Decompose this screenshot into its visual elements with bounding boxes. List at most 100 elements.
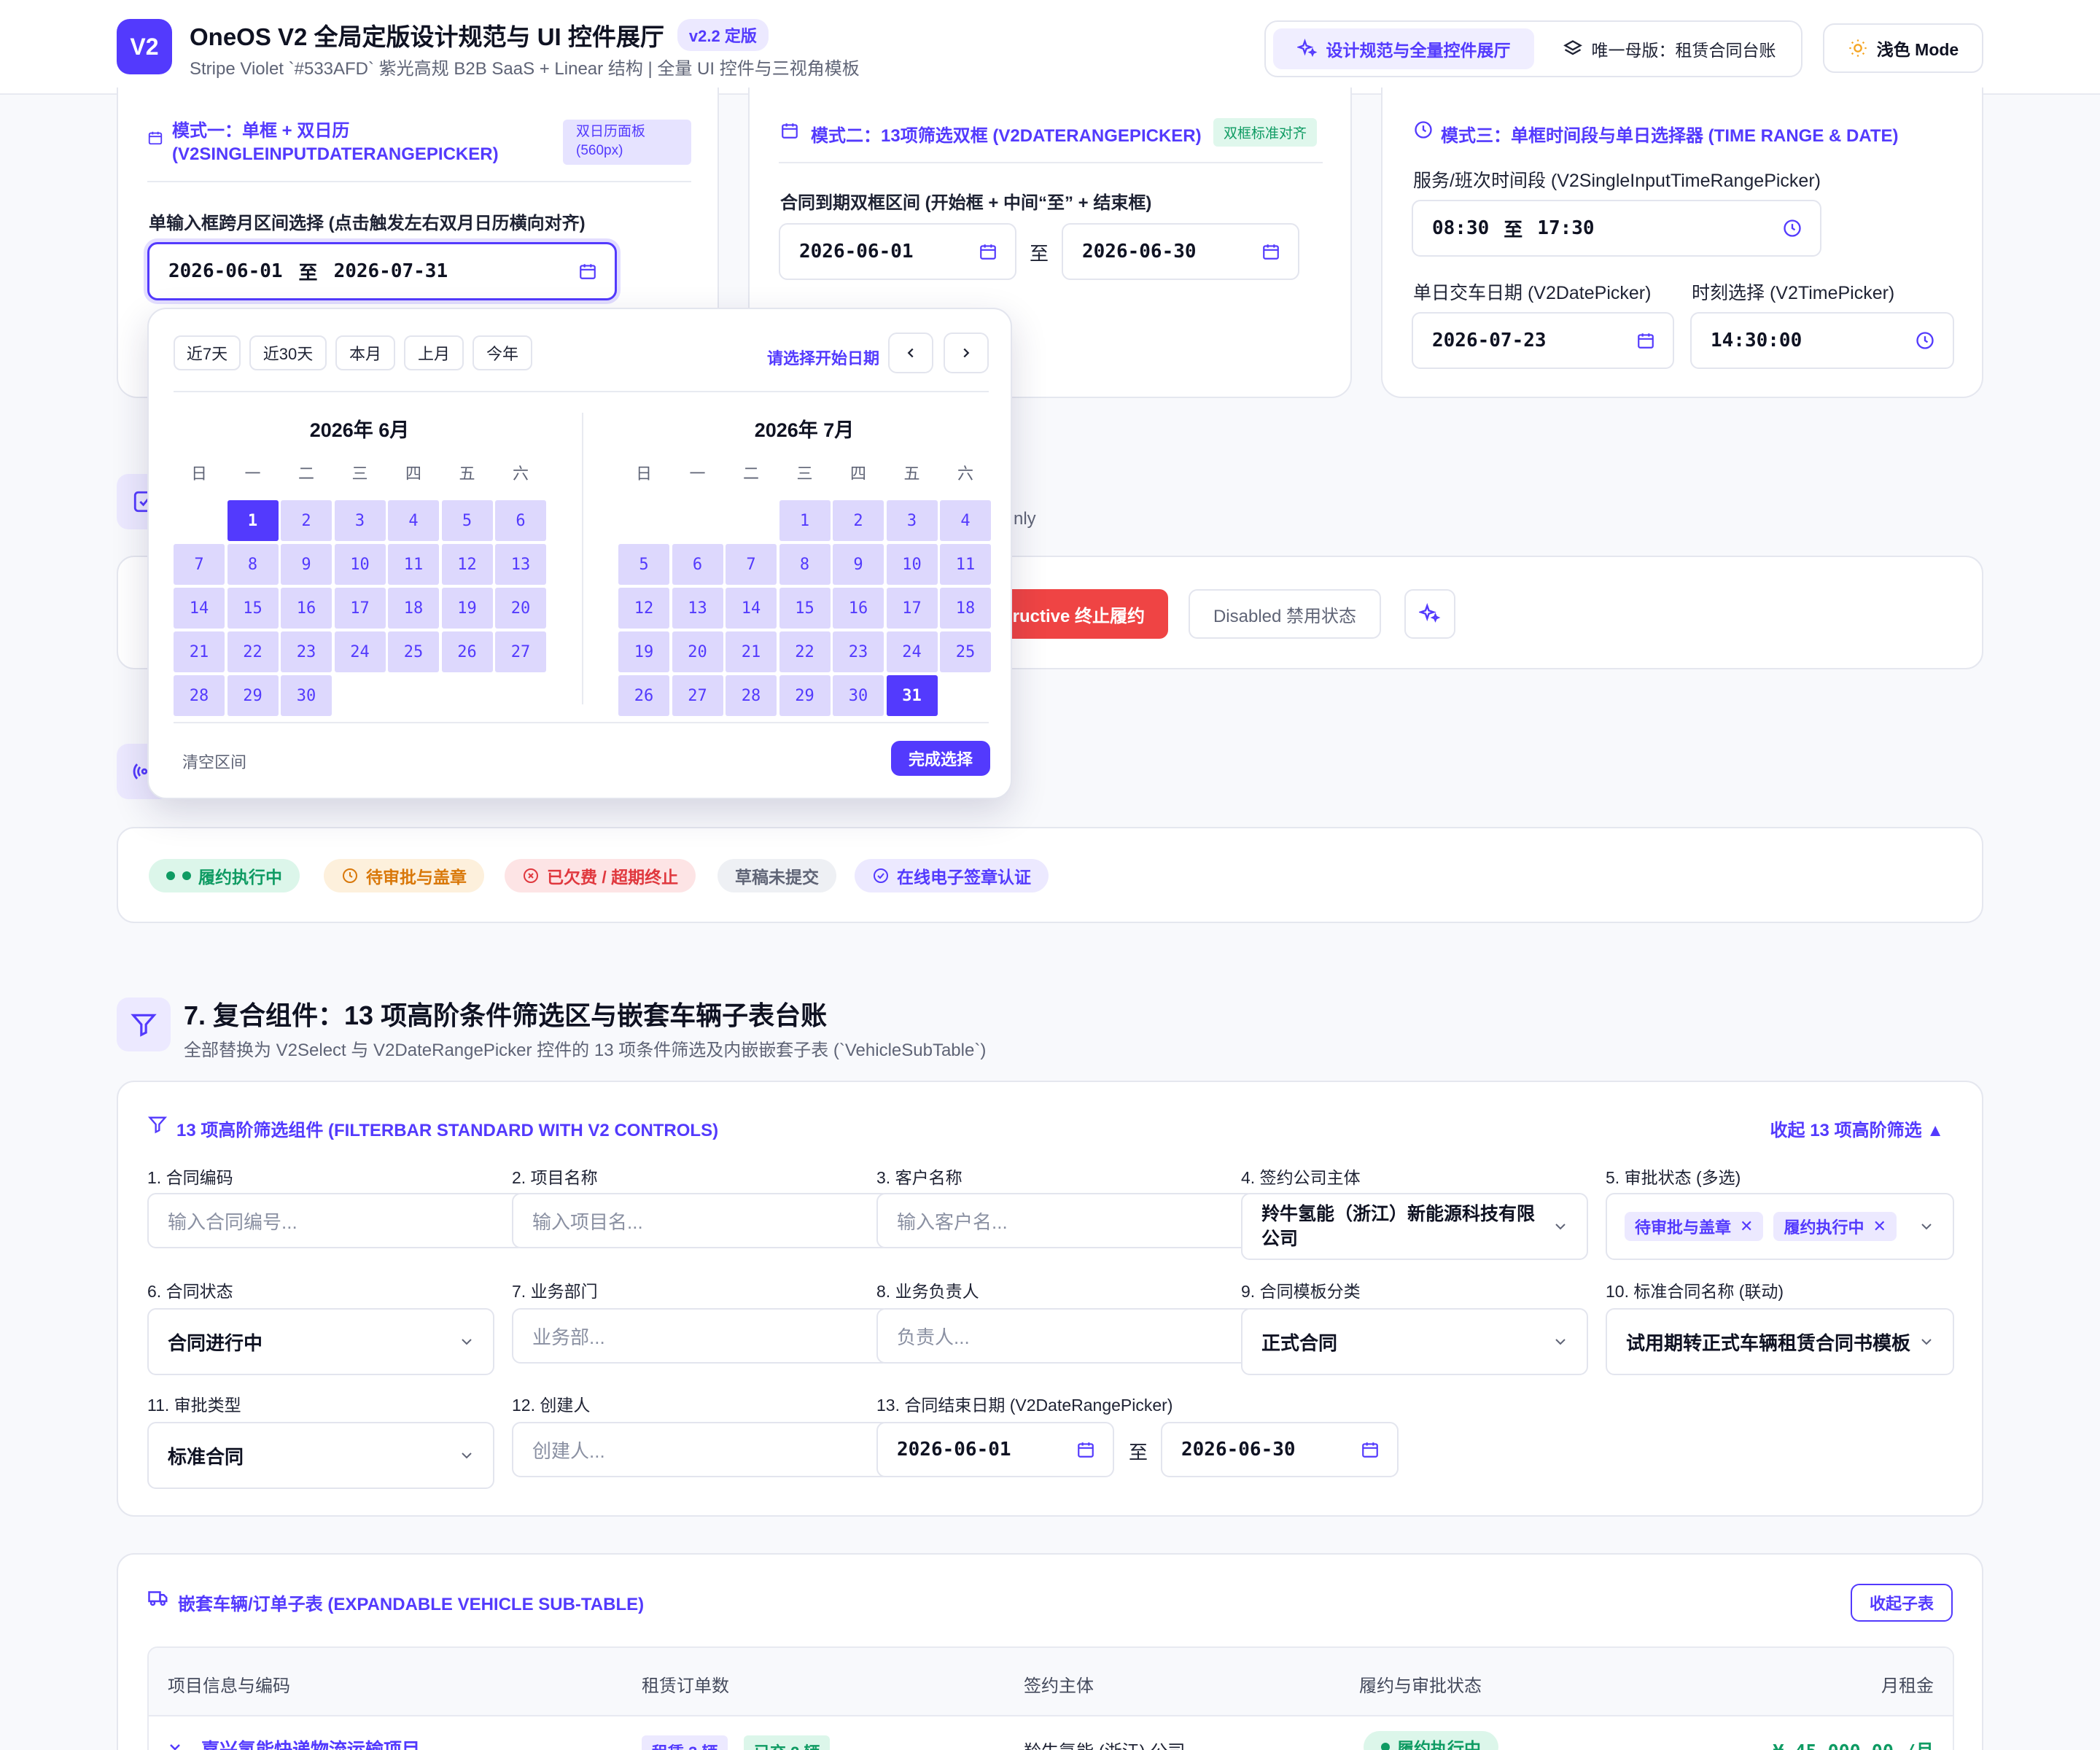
range-end-input[interactable]: 2026-06-30 xyxy=(1062,223,1299,280)
theme-toggle-button[interactable]: 浅色 Mode xyxy=(1823,23,1983,73)
prev-month-button[interactable] xyxy=(888,332,933,373)
calendar-day[interactable]: 16 xyxy=(281,588,332,629)
calendar-day[interactable]: 19 xyxy=(441,588,493,629)
customer-name-input[interactable]: 输入客户名... xyxy=(876,1193,1256,1248)
calendar-day[interactable]: 28 xyxy=(174,675,225,716)
calendar-day[interactable]: 18 xyxy=(940,588,991,629)
calendar-day[interactable]: 3 xyxy=(334,500,386,541)
calendar-day[interactable]: 23 xyxy=(833,631,884,672)
calendar-day[interactable]: 1 xyxy=(779,500,831,541)
calendar-day[interactable]: 22 xyxy=(227,631,279,672)
calendar-day[interactable]: 4 xyxy=(940,500,991,541)
calendar-day[interactable]: 25 xyxy=(388,631,439,672)
approval-type-select[interactable]: 标准合同 xyxy=(147,1422,494,1489)
contract-status-select[interactable]: 合同进行中 xyxy=(147,1308,494,1375)
tab-master-template[interactable]: 唯一母版：租赁合同台账 xyxy=(1543,28,1795,69)
calendar-day[interactable]: 20 xyxy=(495,588,546,629)
project-name-input[interactable]: 输入项目名... xyxy=(512,1193,891,1248)
calendar-day[interactable]: 4 xyxy=(388,500,439,541)
calendar-day[interactable]: 15 xyxy=(779,588,831,629)
calendar-day[interactable]: 25 xyxy=(940,631,991,672)
calendar-day[interactable]: 23 xyxy=(281,631,332,672)
calendar-day[interactable]: 9 xyxy=(281,544,332,585)
calendar-day[interactable]: 29 xyxy=(227,675,279,716)
calendar-day[interactable]: 21 xyxy=(174,631,225,672)
quick-range-30d[interactable]: 近30天 xyxy=(249,335,327,370)
calendar-day[interactable]: 13 xyxy=(672,588,723,629)
calendar-day[interactable]: 30 xyxy=(281,675,332,716)
calendar-day[interactable]: 20 xyxy=(672,631,723,672)
time-range-input[interactable]: 08:30 至 17:30 xyxy=(1412,200,1821,257)
calendar-day[interactable]: 15 xyxy=(227,588,279,629)
calendar-day[interactable]: 2 xyxy=(281,500,332,541)
calendar-day[interactable]: 26 xyxy=(618,675,669,716)
chevron-down-icon[interactable] xyxy=(166,1738,184,1750)
calendar-day[interactable]: 5 xyxy=(618,544,669,585)
next-month-button[interactable] xyxy=(944,332,989,373)
calendar-day[interactable]: 6 xyxy=(495,500,546,541)
creator-input[interactable]: 创建人... xyxy=(512,1422,891,1477)
calendar-day[interactable]: 24 xyxy=(334,631,386,672)
calendar-day[interactable]: 3 xyxy=(886,500,938,541)
calendar-day[interactable]: 7 xyxy=(726,544,777,585)
table-row[interactable]: 嘉兴氢能快递物流运输项目 租赁 3 辆 已交 2 辆 羚牛氢能 (浙江) 公司 … xyxy=(149,1716,1953,1750)
calendar-day[interactable]: 7 xyxy=(174,544,225,585)
end-date-range-end-input[interactable]: 2026-06-30 xyxy=(1161,1422,1399,1477)
calendar-day[interactable]: 8 xyxy=(227,544,279,585)
single-input-date-range[interactable]: 2026-06-01 至 2026-07-31 xyxy=(147,242,617,300)
signing-entity-select[interactable]: 羚牛氢能（浙江）新能源科技有限公司 xyxy=(1241,1193,1588,1260)
time-input[interactable]: 14:30:00 xyxy=(1690,312,1954,369)
calendar-day[interactable]: 5 xyxy=(441,500,493,541)
calendar-day[interactable]: 27 xyxy=(672,675,723,716)
destructive-button[interactable]: ructive 终止履约 xyxy=(993,589,1168,639)
calendar-day[interactable]: 11 xyxy=(940,544,991,585)
calendar-day[interactable]: 14 xyxy=(726,588,777,629)
tab-design-system[interactable]: 设计规范与全量控件展厅 xyxy=(1273,28,1534,69)
calendar-day[interactable]: 9 xyxy=(833,544,884,585)
calendar-day[interactable]: 30 xyxy=(833,675,884,716)
calendar-day[interactable]: 17 xyxy=(334,588,386,629)
calendar-day[interactable]: 6 xyxy=(672,544,723,585)
calendar-day[interactable]: 10 xyxy=(886,544,938,585)
confirm-selection-button[interactable]: 完成选择 xyxy=(891,741,990,776)
range-start-input[interactable]: 2026-06-01 xyxy=(779,223,1016,280)
quick-range-this-year[interactable]: 今年 xyxy=(472,335,532,370)
calendar-day-selected[interactable]: 31 xyxy=(886,675,938,716)
calendar-day[interactable]: 18 xyxy=(388,588,439,629)
end-date-range-start-input[interactable]: 2026-06-01 xyxy=(876,1422,1114,1477)
quick-range-last-month[interactable]: 上月 xyxy=(404,335,464,370)
close-icon[interactable]: ✕ xyxy=(1740,1217,1753,1236)
calendar-day[interactable]: 12 xyxy=(441,544,493,585)
calendar-day[interactable]: 28 xyxy=(726,675,777,716)
department-input[interactable]: 业务部... xyxy=(512,1308,891,1364)
calendar-day[interactable]: 27 xyxy=(495,631,546,672)
quick-range-7d[interactable]: 近7天 xyxy=(174,335,241,370)
project-name[interactable]: 嘉兴氢能快递物流运输项目 xyxy=(201,1735,420,1750)
calendar-day[interactable]: 22 xyxy=(779,631,831,672)
icon-button[interactable] xyxy=(1404,589,1455,639)
calendar-day[interactable]: 10 xyxy=(334,544,386,585)
quick-range-this-month[interactable]: 本月 xyxy=(335,335,395,370)
calendar-day[interactable]: 14 xyxy=(174,588,225,629)
single-date-input[interactable]: 2026-07-23 xyxy=(1412,312,1674,369)
owner-input[interactable]: 负责人... xyxy=(876,1308,1256,1364)
calendar-day[interactable]: 29 xyxy=(779,675,831,716)
calendar-day[interactable]: 2 xyxy=(833,500,884,541)
calendar-day[interactable]: 21 xyxy=(726,631,777,672)
approval-status-multiselect[interactable]: 待审批与盖章 ✕ 履约执行中 ✕ xyxy=(1606,1193,1954,1260)
close-icon[interactable]: ✕ xyxy=(1872,1217,1886,1236)
calendar-day[interactable]: 26 xyxy=(441,631,493,672)
calendar-day[interactable]: 12 xyxy=(618,588,669,629)
calendar-day[interactable]: 13 xyxy=(495,544,546,585)
clear-range-link[interactable]: 清空区间 xyxy=(182,750,246,773)
calendar-day[interactable]: 16 xyxy=(833,588,884,629)
calendar-day[interactable]: 17 xyxy=(886,588,938,629)
collapse-filters-link[interactable]: 收起 13 项高阶筛选 ▲ xyxy=(1770,1116,1944,1141)
contract-code-input[interactable]: 输入合同编号... xyxy=(147,1193,526,1248)
template-category-select[interactable]: 正式合同 xyxy=(1241,1308,1588,1375)
standard-contract-select[interactable]: 试用期转正式车辆租赁合同书模板 xyxy=(1606,1308,1954,1375)
collapse-subtable-button[interactable]: 收起子表 xyxy=(1851,1584,1953,1622)
calendar-day[interactable]: 11 xyxy=(388,544,439,585)
calendar-day[interactable]: 24 xyxy=(886,631,938,672)
calendar-day-selected[interactable]: 1 xyxy=(227,500,279,541)
